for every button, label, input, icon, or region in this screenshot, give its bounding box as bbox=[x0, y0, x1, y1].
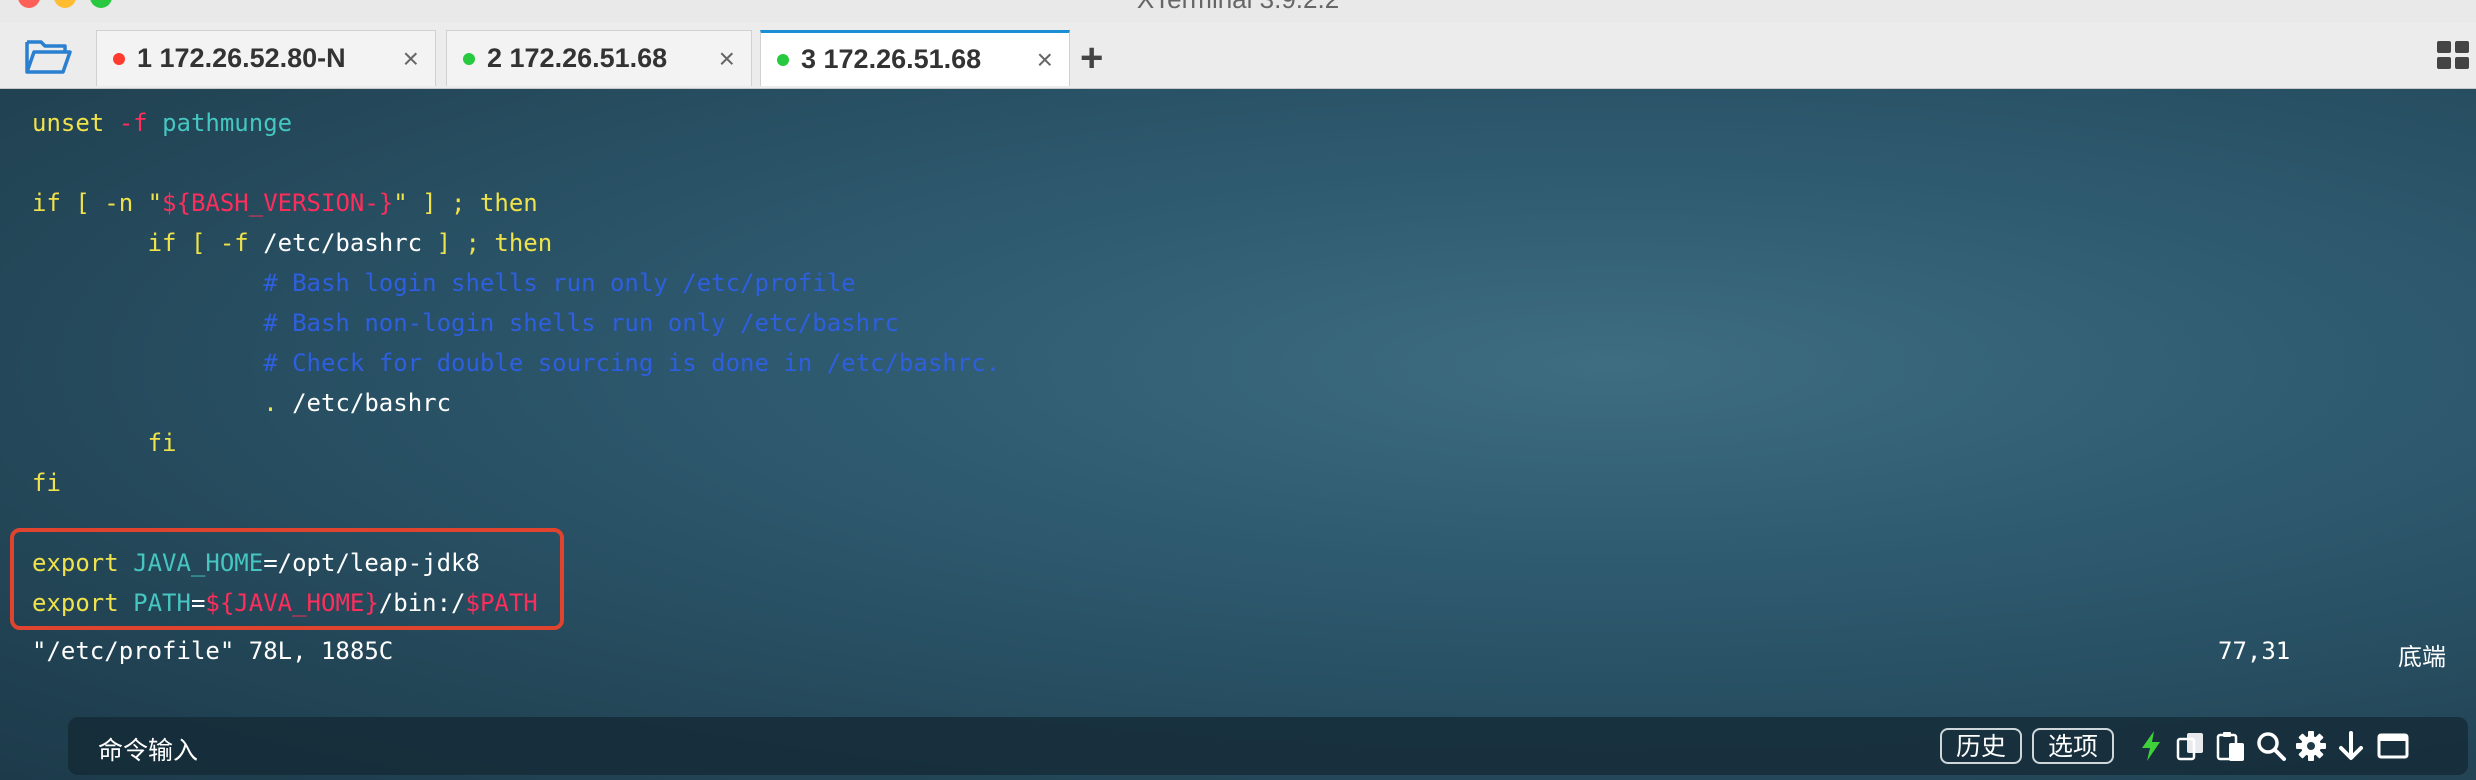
options-button[interactable]: 选项 bbox=[2032, 728, 2115, 764]
command-input-bar[interactable]: 命令输入 历史 选项 bbox=[68, 717, 2468, 775]
folder-open-icon[interactable] bbox=[24, 36, 72, 76]
terminal-token: if [ -n " bbox=[32, 189, 163, 217]
search-icon[interactable] bbox=[2254, 729, 2288, 763]
tab-label: 2 172.26.51.68 bbox=[487, 43, 668, 73]
status-dot bbox=[463, 52, 475, 65]
tab-session-1[interactable]: 1 172.26.52.80-N × bbox=[96, 30, 436, 86]
arrow-down-icon[interactable] bbox=[2334, 729, 2368, 763]
window-icon[interactable] bbox=[2376, 729, 2410, 763]
grid-layout-icon[interactable] bbox=[2436, 40, 2470, 70]
terminal-token: /etc/bashrc bbox=[263, 229, 423, 257]
tab-session-3[interactable]: 3 172.26.51.68 × bbox=[760, 30, 1070, 86]
history-button[interactable]: 历史 bbox=[1940, 728, 2023, 764]
terminal-line: if [ -n "${BASH_VERSION-}" ] ; then bbox=[32, 183, 1000, 223]
vim-cursor-position: 77,31 bbox=[2218, 637, 2291, 665]
terminal-token: -f bbox=[118, 109, 163, 137]
terminal-line: # Bash non-login shells run only /etc/ba… bbox=[32, 303, 1000, 343]
terminal-token: # Check for double sourcing is done in /… bbox=[32, 349, 1001, 377]
close-icon[interactable]: × bbox=[403, 43, 419, 75]
terminal-line: unset -f pathmunge bbox=[32, 103, 1000, 143]
lightning-icon[interactable] bbox=[2134, 729, 2168, 763]
vim-status-file: "/etc/profile" 78L, 1885C bbox=[32, 637, 394, 665]
paste-icon[interactable] bbox=[2214, 729, 2248, 763]
close-icon[interactable]: × bbox=[719, 43, 735, 75]
terminal-token: ] ; then bbox=[422, 229, 553, 257]
tab-session-2[interactable]: 2 172.26.51.68 × bbox=[446, 30, 752, 86]
close-icon[interactable]: × bbox=[1037, 44, 1053, 76]
command-input[interactable]: 命令输入 bbox=[98, 731, 198, 767]
terminal-token: # Bash non-login shells run only /etc/ba… bbox=[32, 309, 899, 337]
terminal-line: if [ -f /etc/bashrc ] ; then bbox=[32, 223, 1000, 263]
tab-label: 1 172.26.52.80-N bbox=[137, 43, 346, 73]
terminal-token: . bbox=[32, 389, 293, 417]
terminal-token: fi bbox=[32, 469, 61, 497]
terminal-line: fi bbox=[32, 423, 1000, 463]
window-titlebar: XTerminal 3.9.2.2 bbox=[0, 0, 2476, 22]
terminal-area[interactable]: unset -f pathmunge if [ -n "${BASH_VERSI… bbox=[0, 89, 2476, 780]
status-dot bbox=[113, 52, 125, 65]
gear-icon[interactable] bbox=[2294, 729, 2328, 763]
terminal-line: # Bash login shells run only /etc/profil… bbox=[32, 263, 1000, 303]
terminal-token: " ] ; then bbox=[393, 189, 538, 217]
terminal-token: pathmunge bbox=[162, 109, 293, 137]
highlight-box bbox=[10, 528, 564, 630]
terminal-token: if [ -f bbox=[32, 229, 264, 257]
terminal-token: /etc/bashrc bbox=[292, 389, 452, 417]
terminal-token: fi bbox=[32, 429, 177, 457]
new-tab-button[interactable]: + bbox=[1080, 36, 1103, 81]
vim-scroll-indicator: 底端 bbox=[2398, 644, 2446, 671]
terminal-line: # Check for double sourcing is done in /… bbox=[32, 343, 1000, 383]
terminal-token: ${BASH_VERSION-} bbox=[162, 189, 394, 217]
terminal-token: # Bash login shells run only /etc/profil… bbox=[32, 269, 856, 297]
terminal-line: . /etc/bashrc bbox=[32, 383, 1000, 423]
copy-icon[interactable] bbox=[2174, 729, 2208, 763]
terminal-token: unset bbox=[32, 109, 119, 137]
tab-label: 3 172.26.51.68 bbox=[801, 44, 982, 74]
window-title: XTerminal 3.9.2.2 bbox=[0, 0, 2476, 15]
status-dot bbox=[777, 53, 789, 66]
terminal-line: fi bbox=[32, 463, 1000, 503]
tab-bar: 1 172.26.52.80-N × 2 172.26.51.68 × 3 17… bbox=[0, 22, 2476, 89]
